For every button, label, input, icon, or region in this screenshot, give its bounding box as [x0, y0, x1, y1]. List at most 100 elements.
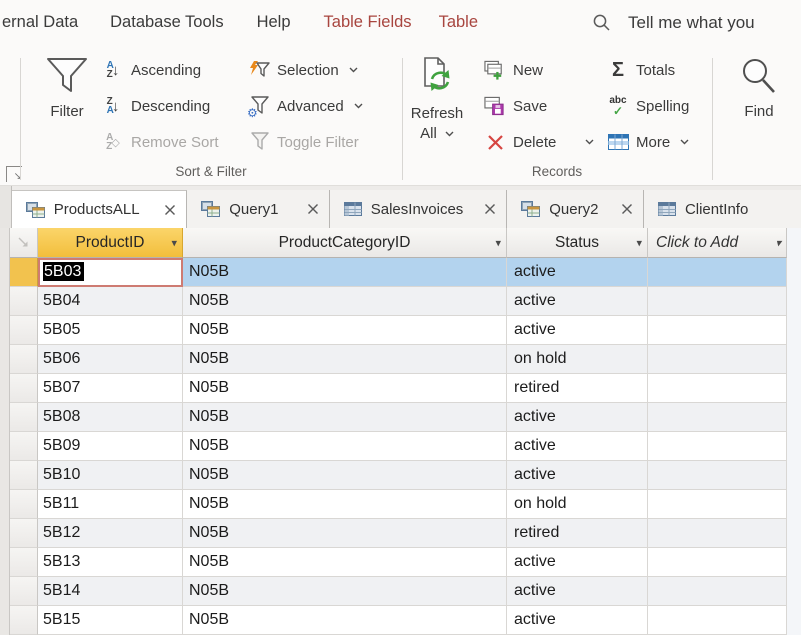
- descending-button[interactable]: ZA↓ Descending: [102, 93, 210, 119]
- column-header-click-to-add[interactable]: Click to Add ▾: [648, 228, 787, 258]
- cell-status[interactable]: active: [507, 287, 648, 316]
- cell-click-to-add[interactable]: [648, 577, 787, 606]
- cell-status[interactable]: on hold: [507, 345, 648, 374]
- column-header-product-id[interactable]: ProductID ▾: [38, 228, 183, 258]
- cell-status[interactable]: on hold: [507, 490, 648, 519]
- cell-product-category-id[interactable]: N05B: [183, 316, 507, 345]
- cell-product-category-id[interactable]: N05B: [183, 577, 507, 606]
- cell-product-category-id[interactable]: N05B: [183, 258, 507, 287]
- cell-product-category-id[interactable]: N05B: [183, 403, 507, 432]
- cell-product-category-id[interactable]: N05B: [183, 345, 507, 374]
- tell-me-box[interactable]: Tell me what you: [592, 13, 755, 33]
- cell-product-id[interactable]: 5B09: [38, 432, 183, 461]
- column-header-product-category-id[interactable]: ProductCategoryID ▾: [183, 228, 507, 258]
- cell-click-to-add[interactable]: [648, 519, 787, 548]
- cell-product-category-id[interactable]: N05B: [183, 374, 507, 403]
- cell-status[interactable]: active: [507, 403, 648, 432]
- cell-click-to-add[interactable]: [648, 490, 787, 519]
- cell-product-id[interactable]: 5B04: [38, 287, 183, 316]
- cell-product-category-id[interactable]: N05B: [183, 461, 507, 490]
- save-record-button[interactable]: Save: [484, 93, 547, 119]
- cell-click-to-add[interactable]: [648, 316, 787, 345]
- close-icon[interactable]: [150, 204, 176, 216]
- cell-status[interactable]: active: [507, 577, 648, 606]
- menu-external-data[interactable]: ernal Data: [2, 13, 78, 32]
- cell-product-category-id[interactable]: N05B: [183, 548, 507, 577]
- cell-status[interactable]: retired: [507, 519, 648, 548]
- dropdown-arrow-icon[interactable]: ▾: [775, 236, 781, 249]
- delete-record-button[interactable]: Delete: [484, 129, 594, 155]
- cell-product-id[interactable]: 5B11: [38, 490, 183, 519]
- cell-product-category-id[interactable]: N05B: [183, 519, 507, 548]
- row-selector[interactable]: [10, 490, 38, 519]
- row-selector[interactable]: [10, 519, 38, 548]
- tab-query1[interactable]: Query1: [187, 190, 330, 228]
- cell-click-to-add[interactable]: [648, 345, 787, 374]
- row-selector[interactable]: [10, 316, 38, 345]
- cell-status[interactable]: active: [507, 606, 648, 635]
- cell-status[interactable]: active: [507, 316, 648, 345]
- cell-product-category-id[interactable]: N05B: [183, 490, 507, 519]
- cell-click-to-add[interactable]: [648, 548, 787, 577]
- cell-click-to-add[interactable]: [648, 374, 787, 403]
- ascending-button[interactable]: AZ↓ Ascending: [102, 57, 201, 83]
- cell-product-id[interactable]: 5B10: [38, 461, 183, 490]
- cell-product-id[interactable]: 5B15: [38, 606, 183, 635]
- row-selector[interactable]: [10, 374, 38, 403]
- dropdown-arrow-icon[interactable]: ▾: [171, 236, 177, 249]
- totals-button[interactable]: Σ Totals: [607, 57, 675, 83]
- cell-product-id[interactable]: 5B13: [38, 548, 183, 577]
- cell-product-id[interactable]: 5B08: [38, 403, 183, 432]
- cell-status[interactable]: active: [507, 432, 648, 461]
- cell-product-id[interactable]: 5B14: [38, 577, 183, 606]
- select-all-corner[interactable]: [10, 228, 38, 258]
- refresh-all-button[interactable]: Refresh All: [406, 55, 468, 167]
- menu-help[interactable]: Help: [257, 13, 291, 32]
- row-selector[interactable]: [10, 287, 38, 316]
- close-icon[interactable]: [293, 203, 319, 215]
- cell-product-category-id[interactable]: N05B: [183, 432, 507, 461]
- row-selector[interactable]: [10, 548, 38, 577]
- advanced-button[interactable]: ⚙ Advanced: [248, 93, 363, 119]
- toggle-filter-button[interactable]: Toggle Filter: [248, 129, 359, 155]
- tab-query2[interactable]: Query2: [507, 190, 644, 228]
- dropdown-arrow-icon[interactable]: ▾: [636, 236, 642, 249]
- cell-click-to-add[interactable]: [648, 287, 787, 316]
- cell-product-category-id[interactable]: N05B: [183, 287, 507, 316]
- cell-status[interactable]: active: [507, 461, 648, 490]
- filter-button[interactable]: Filter: [34, 55, 100, 167]
- row-selector[interactable]: [10, 606, 38, 635]
- row-selector[interactable]: [10, 432, 38, 461]
- tab-productsall[interactable]: ProductsALL: [12, 190, 188, 228]
- remove-sort-button[interactable]: AZ◇ Remove Sort: [102, 129, 219, 155]
- cell-product-id[interactable]: 5B03: [38, 258, 183, 287]
- row-selector[interactable]: [10, 461, 38, 490]
- spelling-button[interactable]: abc✓ Spelling: [607, 93, 689, 119]
- menu-table[interactable]: Table: [439, 13, 478, 32]
- row-selector[interactable]: [10, 577, 38, 606]
- cell-click-to-add[interactable]: [648, 461, 787, 490]
- cell-product-id[interactable]: 5B06: [38, 345, 183, 374]
- dropdown-arrow-icon[interactable]: ▾: [495, 236, 501, 249]
- menu-database-tools[interactable]: Database Tools: [110, 13, 223, 32]
- more-button[interactable]: More: [607, 129, 689, 155]
- cell-product-id[interactable]: 5B12: [38, 519, 183, 548]
- row-selector[interactable]: [10, 258, 38, 287]
- tab-salesinvoices[interactable]: SalesInvoices: [330, 190, 507, 228]
- cell-status[interactable]: active: [507, 548, 648, 577]
- close-icon[interactable]: [607, 203, 633, 215]
- close-icon[interactable]: [470, 203, 496, 215]
- cell-product-category-id[interactable]: N05B: [183, 606, 507, 635]
- chevron-down-icon[interactable]: [585, 139, 594, 145]
- new-record-button[interactable]: New: [484, 57, 543, 83]
- cell-product-id[interactable]: 5B05: [38, 316, 183, 345]
- row-selector[interactable]: [10, 403, 38, 432]
- selection-button[interactable]: Selection: [248, 57, 358, 83]
- menu-table-fields[interactable]: Table Fields: [324, 13, 412, 32]
- tab-clientinfo[interactable]: ClientInfo: [644, 190, 801, 228]
- column-header-status[interactable]: Status ▾: [507, 228, 648, 258]
- cell-click-to-add[interactable]: [648, 432, 787, 461]
- cell-click-to-add[interactable]: [648, 258, 787, 287]
- cell-status[interactable]: active: [507, 258, 648, 287]
- row-selector[interactable]: [10, 345, 38, 374]
